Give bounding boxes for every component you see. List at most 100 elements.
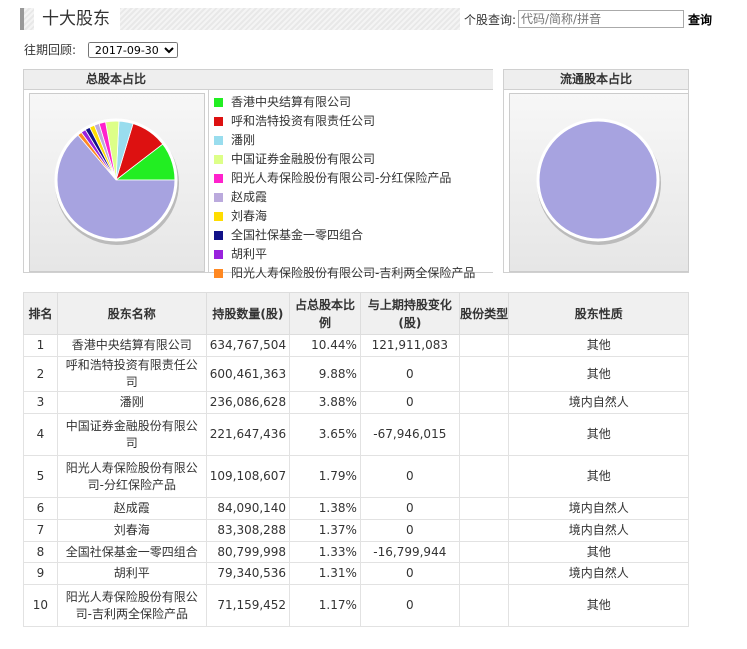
total-share-pie (54, 118, 179, 245)
shares-cell: 236,086,628 (205, 391, 291, 414)
period-select[interactable]: 2017-09-30 (87, 42, 178, 58)
pie-slice (536, 118, 660, 242)
rank-cell: 6 (23, 497, 58, 520)
rank-cell: 7 (23, 519, 58, 542)
shares-cell: 634,767,504 (205, 334, 291, 357)
table-row: 6 赵成霞 84,090,140 1.38% 0 境内自然人 (23, 497, 689, 520)
table-row: 8 全国社保基金一零四组合 80,799,998 1.33% -16,799,944 其他 (23, 541, 689, 563)
legend-label: 全国社保基金一零四组合 (231, 228, 364, 242)
legend-label: 阳光人寿保险股份有限公司-吉利两全保险产品 (231, 266, 476, 280)
search-label: 个股查询: (463, 12, 516, 27)
float-share-title: 流通股本占比 (504, 70, 688, 90)
change-cell: 0 (359, 391, 460, 414)
legend-item: 中国证券金融股份有限公司 (214, 150, 493, 169)
legend-swatch (214, 136, 223, 145)
search-input[interactable] (517, 10, 684, 28)
stock-search: 个股查询: 查询 (459, 8, 712, 30)
holder-name-cell: 胡利平 (56, 562, 207, 585)
shares-cell: 84,090,140 (205, 497, 291, 520)
holder-name-cell: 全国社保基金一零四组合 (56, 541, 207, 563)
rank-cell: 10 (23, 584, 58, 627)
legend-label: 胡利平 (231, 247, 268, 261)
legend-list: 香港中央结算有限公司呼和浩特投资有限责任公司 潘刚中国证券金融股份有限公司阳光人寿… (208, 90, 493, 283)
legend-item: 阳光人寿保险股份有限公司-分红保险产品 (214, 169, 493, 188)
col-share-type: 股份类型 (458, 292, 510, 335)
ratio-cell: 10.44% (289, 334, 361, 357)
title-bar: 十大股东 个股查询: 查询 (20, 8, 712, 30)
change-cell: -67,946,015 (359, 413, 460, 456)
col-holder-name: 股东名称 (56, 292, 207, 335)
table-row: 1 香港中央结算有限公司 634,767,504 10.44% 121,911,083 其… (23, 334, 689, 357)
legend-label: 潘刚 (231, 133, 256, 147)
ratio-cell: 3.65% (289, 413, 361, 456)
rank-cell: 4 (23, 413, 58, 456)
holder-nature-cell: 其他 (508, 541, 689, 563)
ratio-cell: 3.88% (289, 391, 361, 414)
legend-item: 刘春海 (214, 207, 493, 226)
table-row: 7 刘春海 83,308,288 1.37% 0 境内自然人 (23, 519, 689, 542)
legend-label: 刘春海 (231, 209, 268, 223)
legend-item: 赵成霞 (214, 188, 493, 207)
holder-name-cell: 刘春海 (56, 519, 207, 542)
col-rank: 排名 (23, 292, 58, 335)
holder-nature-cell: 境内自然人 (508, 497, 689, 520)
change-cell: -16,799,944 (359, 541, 460, 563)
legend-label: 中国证券金融股份有限公司 (231, 152, 376, 166)
legend: 香港中央结算有限公司呼和浩特投资有限责任公司 潘刚中国证券金融股份有限公司阳光人寿… (208, 69, 493, 280)
change-cell: 0 (359, 562, 460, 585)
float-share-panel: 流通股本占比 (503, 69, 689, 273)
holder-nature-cell: 境内自然人 (508, 391, 689, 414)
search-button[interactable]: 查询 (688, 11, 712, 28)
ratio-cell: 1.79% (289, 455, 361, 498)
table-header-row: 排名 股东名称 持股数量(股) 占总股本比例 与上期持股变化(股) 股份类型 股… (23, 292, 689, 335)
legend-swatch (214, 193, 223, 202)
share-type-cell (458, 334, 510, 357)
legend-item: 呼和浩特投资有限责任公司 (214, 112, 493, 131)
share-type-cell (458, 584, 510, 627)
shares-cell: 80,799,998 (205, 541, 291, 563)
float-pie-frame (509, 93, 689, 272)
shares-cell: 71,159,452 (205, 584, 291, 627)
table-row: 4 中国证券金融股份有限公司 221,647,436 3.65% -67,946,015… (23, 413, 689, 456)
col-ratio: 占总股本比例 (289, 292, 361, 335)
legend-item: 胡利平 (214, 245, 493, 264)
holder-nature-cell: 其他 (508, 584, 689, 627)
ratio-cell: 9.88% (289, 356, 361, 392)
shares-cell: 79,340,536 (205, 562, 291, 585)
holder-name-cell: 阳光人寿保险股份有限公司-吉利两全保险产品 (56, 584, 207, 627)
legend-header (208, 70, 493, 90)
legend-swatch (214, 250, 223, 259)
legend-label: 香港中央结算有限公司 (231, 95, 352, 109)
total-pie-frame (29, 93, 205, 272)
share-type-cell (458, 391, 510, 414)
holder-nature-cell: 境内自然人 (508, 562, 689, 585)
change-cell: 0 (359, 519, 460, 542)
total-share-title: 总股本占比 (24, 70, 208, 90)
title-marker (20, 8, 24, 30)
table-row: 2 呼和浩特投资有限责任公司 600,461,363 9.88% 0 其他 (23, 356, 689, 392)
legend-item: 香港中央结算有限公司 (214, 93, 493, 112)
shares-cell: 83,308,288 (205, 519, 291, 542)
table-row: 3 潘刚 236,086,628 3.88% 0 境内自然人 (23, 391, 689, 414)
ratio-cell: 1.37% (289, 519, 361, 542)
legend-label: 呼和浩特投资有限责任公司 (231, 114, 376, 128)
rank-cell: 3 (23, 391, 58, 414)
holder-name-cell: 香港中央结算有限公司 (56, 334, 207, 357)
col-change: 与上期持股变化(股) (359, 292, 460, 335)
holder-nature-cell: 其他 (508, 413, 689, 456)
rank-cell: 5 (23, 455, 58, 498)
title-wrap: 十大股东 (34, 8, 120, 30)
col-shares: 持股数量(股) (205, 292, 291, 335)
period-selector: 往期回顾: 2017-09-30 (24, 41, 178, 58)
share-type-cell (458, 455, 510, 498)
holder-name-cell: 阳光人寿保险股份有限公司-分红保险产品 (56, 455, 207, 498)
table-row: 10 阳光人寿保险股份有限公司-吉利两全保险产品 71,159,452 1.17% 0 其… (23, 584, 689, 627)
legend-item: 阳光人寿保险股份有限公司-吉利两全保险产品 (214, 264, 493, 283)
change-cell: 0 (359, 584, 460, 627)
holder-nature-cell: 其他 (508, 334, 689, 357)
legend-swatch (214, 98, 223, 107)
col-holder-nature: 股东性质 (508, 292, 689, 335)
rank-cell: 8 (23, 541, 58, 563)
period-label: 往期回顾: (24, 43, 77, 57)
change-cell: 0 (359, 455, 460, 498)
